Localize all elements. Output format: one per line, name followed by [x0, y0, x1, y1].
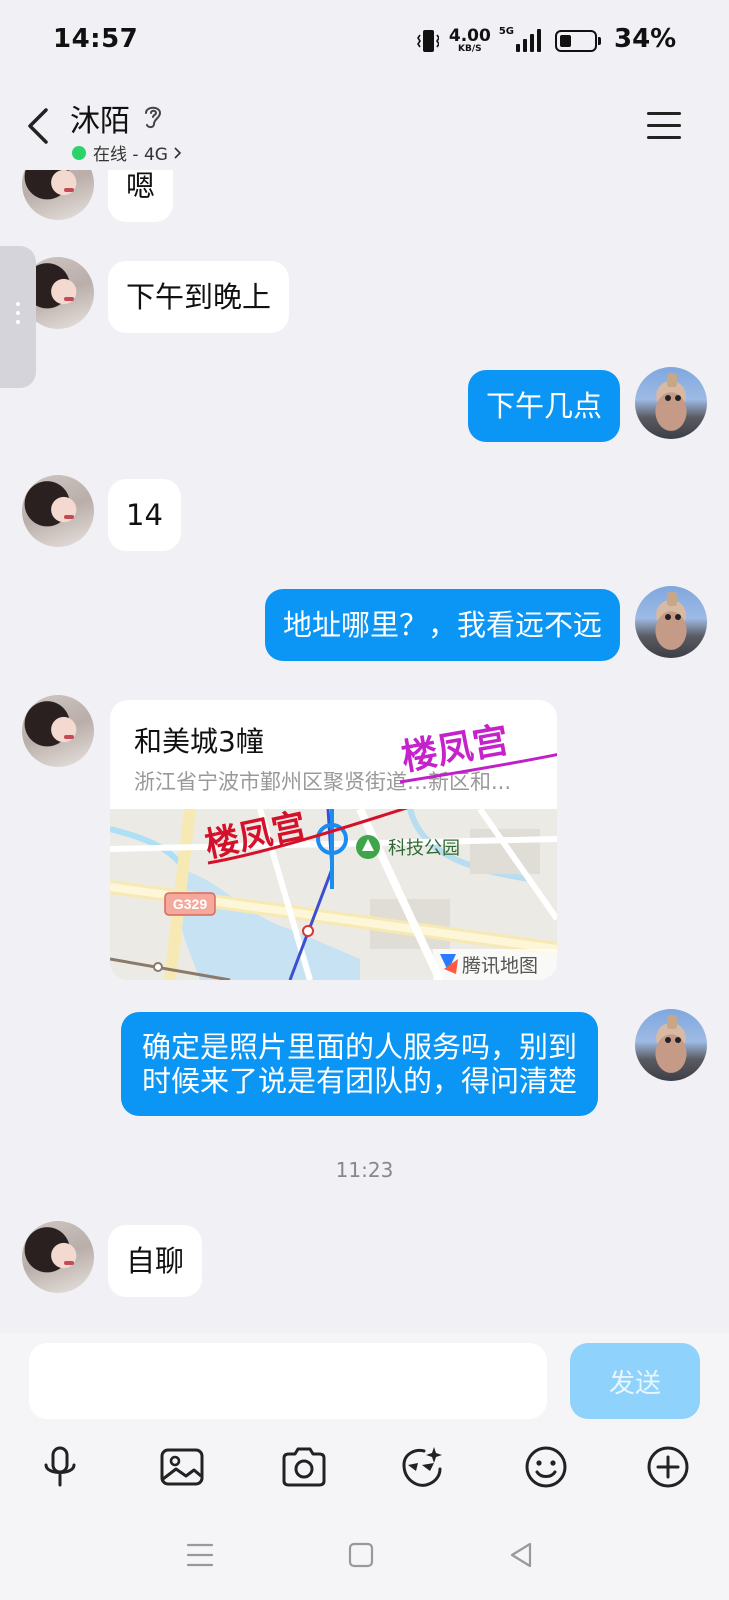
my-avatar[interactable]	[635, 586, 707, 658]
contact-status[interactable]: 在线 - 4G	[72, 140, 182, 165]
stamp-text-2: 楼凤宫	[400, 720, 512, 779]
message-bubble-outgoing[interactable]: 地址哪里？，我看远不远	[264, 589, 620, 661]
message-line: 时候来了说是有团队的，得问清楚	[142, 1064, 578, 1098]
back-triangle-icon[interactable]	[506, 1540, 536, 1570]
location-map[interactable]: G329 科技公园 楼凤宫 腾讯地图	[110, 809, 557, 980]
image-icon[interactable]	[158, 1443, 206, 1491]
status-time: 14:57	[53, 24, 139, 54]
ear-icon[interactable]	[142, 102, 164, 130]
contact-avatar[interactable]	[22, 475, 94, 547]
location-card[interactable]: 和美城3幢 浙江省宁波市鄞州区聚贤街道…新区和... G329 科技公园 楼凤宫…	[110, 700, 557, 980]
message-input[interactable]	[29, 1343, 547, 1419]
chat-header: 沐陌 在线 - 4G	[0, 80, 729, 170]
speed-value: 4.00	[448, 26, 491, 46]
map-provider: 腾讯地图	[462, 955, 538, 977]
plus-icon[interactable]	[644, 1443, 692, 1491]
signal-icon	[516, 29, 541, 52]
stamp-overlay: 楼凤宫	[400, 720, 557, 784]
message-bubble-incoming[interactable]: 下午到晚上	[108, 261, 290, 333]
recent-apps-icon[interactable]	[185, 1540, 215, 1570]
message-bubble-outgoing[interactable]: 下午几点	[467, 370, 620, 442]
message-bubble-incoming[interactable]: 14	[108, 479, 181, 551]
home-icon[interactable]	[346, 1540, 376, 1570]
status-bar: 14:57 4.00 KB/S 5G 34%	[0, 0, 729, 80]
contact-avatar[interactable]	[22, 695, 94, 767]
status-icons: 4.00 KB/S 5G	[416, 24, 601, 58]
message-bubble-incoming[interactable]: 自聊	[108, 1225, 203, 1297]
chevron-right-icon	[174, 146, 182, 159]
network-speed: 4.00 KB/S	[449, 28, 491, 54]
send-button[interactable]: 发送	[570, 1343, 700, 1419]
back-arrow-icon[interactable]	[22, 104, 56, 148]
poi-label: 科技公园	[388, 838, 460, 859]
battery-percent: 34%	[614, 24, 677, 54]
location-title: 和美城3幢	[134, 725, 264, 758]
sticker-face-icon[interactable]	[398, 1443, 446, 1491]
camera-icon[interactable]	[280, 1443, 328, 1491]
system-nav-bar	[0, 1520, 729, 1600]
vibrate-icon	[416, 30, 439, 52]
my-avatar[interactable]	[635, 367, 707, 439]
emoji-icon[interactable]	[522, 1443, 570, 1491]
side-drawer-handle[interactable]	[0, 246, 36, 388]
battery-icon	[555, 30, 601, 52]
road-badge: G329	[173, 896, 207, 912]
speed-unit: KB/S	[458, 44, 482, 54]
message-timestamp: 11:23	[335, 1158, 394, 1182]
network-type: 5G	[498, 26, 514, 37]
contact-avatar[interactable]	[22, 1221, 94, 1293]
my-avatar[interactable]	[635, 1009, 707, 1081]
message-line: 确定是照片里面的人服务吗，别到	[142, 1030, 578, 1064]
menu-icon[interactable]	[647, 112, 681, 140]
chat-area[interactable]: 嗯 下午到晚上 下午几点 14 地址哪里？，我看远不远 和美城3幢 浙江省宁波市…	[0, 0, 729, 1333]
contact-name[interactable]: 沐陌	[70, 96, 130, 140]
microphone-icon[interactable]	[36, 1443, 84, 1491]
message-bubble-outgoing[interactable]: 确定是照片里面的人服务吗，别到 时候来了说是有团队的，得问清楚	[121, 1012, 599, 1116]
online-dot	[72, 145, 86, 160]
status-text: 在线 - 4G	[93, 145, 168, 165]
